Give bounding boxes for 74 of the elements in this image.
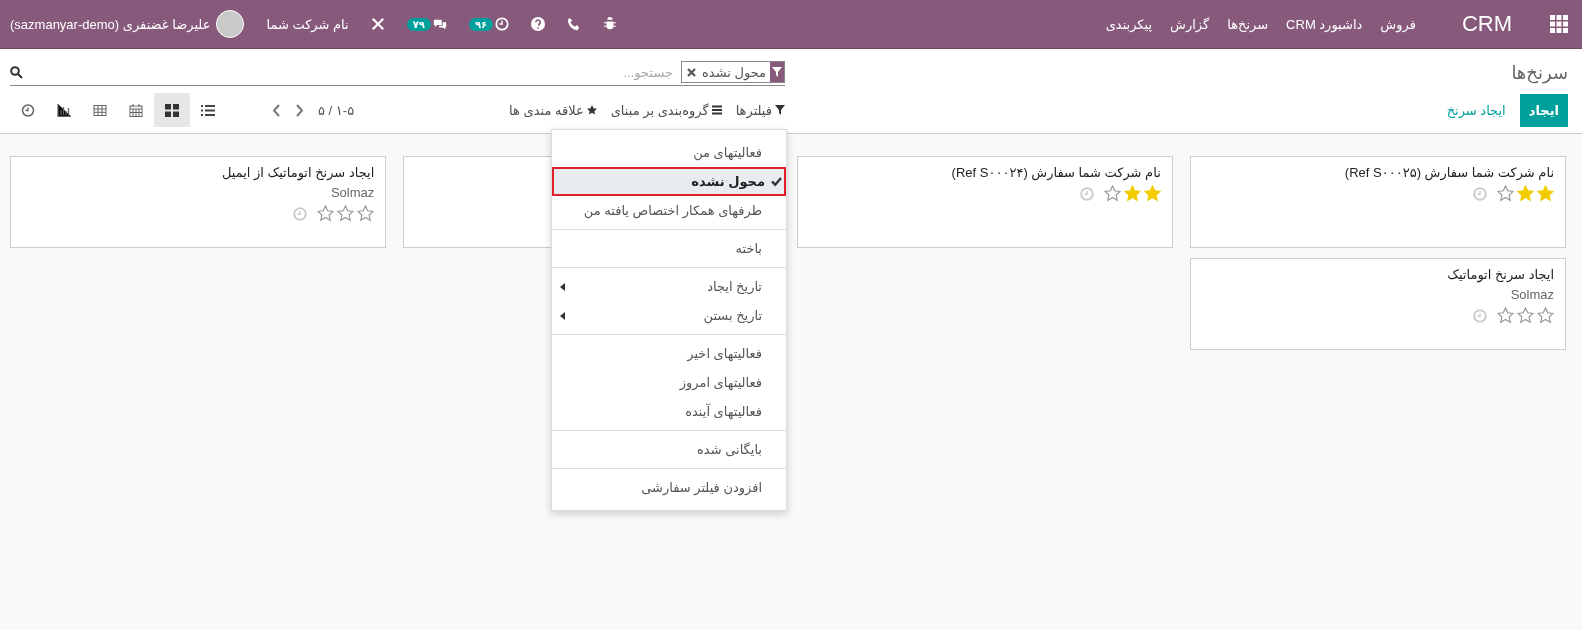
clock-view-icon [21, 103, 35, 117]
company-switcher[interactable]: نام شرکت شما [266, 16, 349, 32]
empty-star-icon[interactable] [337, 205, 355, 222]
previous-icon[interactable] [272, 103, 281, 117]
empty-star-icon[interactable] [1517, 307, 1534, 324]
remove-icon[interactable] [687, 67, 696, 77]
menu-item[interactable]: سرنخ‌ها [1227, 16, 1269, 32]
bug-icon[interactable] [603, 17, 618, 31]
avatar [216, 10, 245, 38]
filter-option[interactable]: محول نشده [552, 167, 786, 196]
filled-star-icon[interactable] [1517, 185, 1534, 202]
filter-option[interactable]: طرفهای همکار اختصاص یافته من [552, 196, 786, 225]
filter-option[interactable]: بایگانی شده [552, 435, 786, 464]
filled-star-icon[interactable] [1537, 185, 1554, 202]
filled-star-icon[interactable] [1123, 185, 1141, 202]
page-title: سرنخ‌ها [1510, 61, 1568, 84]
caret-icon [560, 282, 565, 291]
facet-label: محول نشده [701, 64, 767, 80]
user-menu[interactable]: علیرضا غضنفری (sazmanyar-demo) [10, 16, 211, 32]
grid-view-icon [165, 103, 179, 117]
bar-chart-icon [57, 103, 71, 117]
filter-option[interactable]: فعالیتهای آینده [552, 397, 786, 426]
table-view-icon [93, 103, 107, 117]
lead-title: نام شرکت شما سفارش (Ref S۰۰۰۲۴) [950, 165, 1161, 180]
filter-option[interactable]: تاریخ بستن [552, 301, 786, 330]
filter-option[interactable]: فعالیتهای اخیر [552, 339, 786, 368]
pager-value: ۱-۵ / ۵ [318, 102, 355, 118]
menu-item[interactable]: داشبورد CRM [1286, 16, 1363, 32]
filter-icon [775, 105, 785, 115]
message-count-badge: ۷۹ [406, 17, 431, 31]
lead-card[interactable]: نام شرکت شما سفارش (Ref S۰۰۰۲۵) [1189, 156, 1566, 248]
filter-icon [772, 67, 782, 77]
tools-icon[interactable] [370, 17, 385, 31]
empty-star-icon[interactable] [1497, 307, 1514, 324]
empty-star-icon[interactable] [1103, 185, 1121, 202]
salesperson-name: Solmaz [1509, 287, 1554, 302]
filter-facet[interactable]: محول نشده [681, 61, 785, 83]
caret-icon [560, 311, 565, 320]
app-name: CRM [1461, 11, 1512, 37]
grid-view-button[interactable] [154, 93, 190, 127]
filter-menu-button[interactable]: فیلترها [735, 102, 785, 118]
search-icon[interactable] [10, 65, 23, 79]
empty-star-icon[interactable] [357, 205, 375, 222]
lead-title: ایجاد سرنخ اتوماتیک از ایمیل [220, 165, 375, 180]
empty-star-icon[interactable] [1497, 185, 1514, 202]
favorite-menu-button[interactable]: علاقه مندی ها [509, 102, 597, 118]
empty-star-icon[interactable] [317, 205, 335, 222]
menu-item[interactable]: فروش [1380, 16, 1416, 32]
salesperson-name: Solmaz [329, 185, 375, 200]
calendar-view-icon [129, 103, 143, 117]
star-icon [586, 105, 597, 115]
empty-star-icon[interactable] [1537, 307, 1554, 324]
phone-icon[interactable] [567, 17, 582, 31]
lead-title: نام شرکت شما سفارش (Ref S۰۰۰۲۵) [1343, 165, 1554, 180]
filled-star-icon[interactable] [1143, 185, 1161, 202]
activity-count-badge: ۹۶ [468, 17, 494, 31]
filter-option[interactable]: باخته [552, 234, 786, 263]
filter-option[interactable]: تاریخ ایجاد [552, 272, 786, 301]
list-view-icon [201, 103, 215, 117]
search-field[interactable]: محول نشده جستجو... [10, 59, 785, 86]
bars-icon [711, 105, 722, 115]
next-icon[interactable] [295, 103, 304, 117]
check-icon [771, 176, 782, 187]
lead-card[interactable]: نام شرکت شما سفارش (Ref S۰۰۰۲۴) [796, 156, 1173, 248]
chat-icon[interactable] [432, 17, 447, 31]
lead-title: ایجاد سرنخ اتوماتیک [1446, 267, 1554, 282]
filter-option[interactable]: افزودن فیلتر سفارشی [552, 473, 786, 502]
menu-item[interactable]: گزارش [1170, 16, 1210, 32]
filter-option[interactable]: فعالیتهای من [552, 138, 786, 167]
group-menu-button[interactable]: گروه‌بندی بر مبنای [610, 102, 722, 118]
filter-option[interactable]: فعالیتهای امروز [552, 368, 786, 397]
help-icon[interactable] [531, 17, 546, 31]
apps-menu-icon[interactable] [1550, 15, 1568, 33]
menu-item[interactable]: پیکربندی [1105, 16, 1153, 32]
